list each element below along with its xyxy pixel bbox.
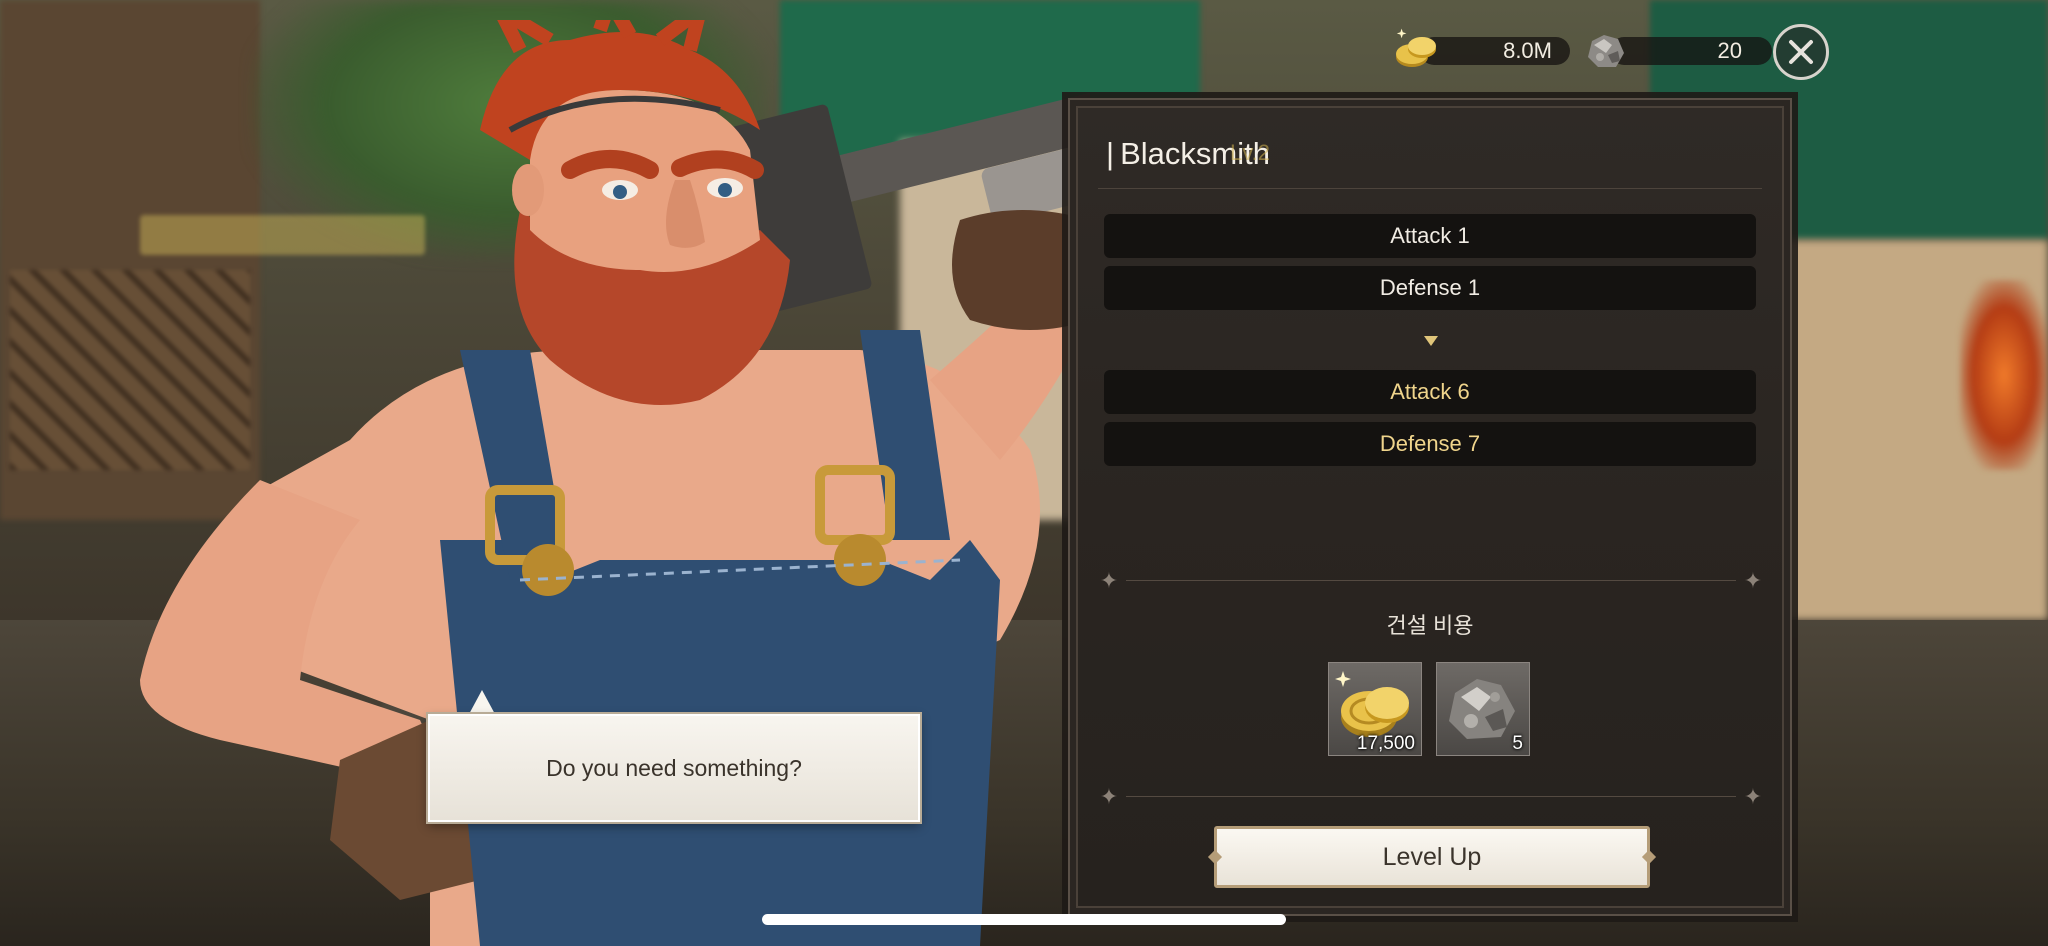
cost-gold-quantity: 17,500: [1356, 733, 1415, 754]
level-ghost-text: Lv.2: [1230, 140, 1270, 165]
level-up-button[interactable]: Level Up: [1214, 826, 1650, 888]
cost-item-gold[interactable]: 17,500: [1328, 662, 1422, 756]
ore-amount: 20: [1610, 37, 1772, 65]
home-indicator[interactable]: [762, 914, 1286, 925]
blacksmith-panel: | Blacksmith Lv.2 Attack 1 Defense 1 Atta…: [1068, 98, 1792, 916]
ore-currency: 20: [1582, 34, 1772, 68]
arrow-down-icon: [1424, 336, 1438, 346]
current-stat-defense: Defense 1: [1104, 266, 1756, 310]
dialog-tail: [468, 690, 496, 716]
gold-amount: 8.0M: [1420, 37, 1570, 65]
close-button[interactable]: [1773, 24, 1829, 80]
sparkle-icon: ✦: [1743, 568, 1763, 593]
cost-item-ore[interactable]: 5: [1436, 662, 1530, 756]
next-stat-attack: Attack 6: [1104, 370, 1756, 414]
sparkle-icon: ✦: [1099, 568, 1119, 593]
divider-bottom: ✦ ✦: [1098, 786, 1764, 808]
current-stat-attack: Attack 1: [1104, 214, 1756, 258]
title-bar: |: [1106, 136, 1115, 171]
divider-top: ✦ ✦: [1098, 570, 1764, 592]
sparkle-icon: ✦: [1099, 784, 1119, 809]
ore-icon: [1588, 35, 1624, 67]
gold-currency: 8.0M: [1392, 28, 1570, 68]
next-stat-defense: Defense 7: [1104, 422, 1756, 466]
dialog-bubble[interactable]: Do you need something?: [428, 714, 920, 822]
cost-label: 건설 비용: [1386, 613, 1474, 638]
title-separator: [1098, 188, 1762, 189]
sparkle-icon: ✦: [1743, 784, 1763, 809]
background-forge-fire: [1960, 280, 2048, 470]
cost-ore-quantity: 5: [1512, 733, 1523, 754]
gold-coins-icon: [1396, 28, 1436, 67]
close-icon: [1789, 40, 1813, 64]
